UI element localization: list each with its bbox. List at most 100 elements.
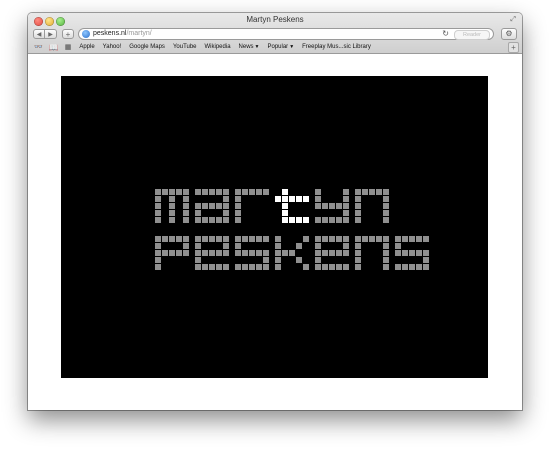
logo-pixel xyxy=(275,196,281,202)
logo-pixel xyxy=(303,264,309,270)
bookmark-item[interactable]: Yahoo! xyxy=(103,44,122,50)
logo-pixel xyxy=(223,236,229,242)
logo-pixel xyxy=(275,236,281,242)
logo-pixel xyxy=(183,189,189,195)
globe-icon xyxy=(82,30,90,38)
logo-pixel xyxy=(216,250,222,256)
bookmark-item[interactable]: Freeplay Mus...sic Library xyxy=(302,44,371,50)
logo-pixel xyxy=(223,189,229,195)
logo-pixel xyxy=(355,250,361,256)
logo-pixel xyxy=(195,203,201,209)
logo-pixel xyxy=(183,236,189,242)
logo-pixel xyxy=(235,264,241,270)
logo-pixel xyxy=(416,250,422,256)
logo-pixel xyxy=(376,236,382,242)
logo-letter xyxy=(355,236,389,270)
logo-pixel xyxy=(169,189,175,195)
logo-pixel xyxy=(195,257,201,263)
logo-pixel xyxy=(249,189,255,195)
logo-pixel xyxy=(282,217,288,223)
logo-pixel xyxy=(209,217,215,223)
logo-pixel xyxy=(315,217,321,223)
logo-pixel xyxy=(235,217,241,223)
logo-pixel xyxy=(355,264,361,270)
logo-pixel xyxy=(235,210,241,216)
bookmarks-book-icon[interactable]: 📖 xyxy=(49,43,59,52)
logo-pixel xyxy=(343,264,349,270)
logo-pixel xyxy=(355,189,361,195)
logo-pixel xyxy=(183,196,189,202)
logo-pixel xyxy=(383,236,389,242)
back-button[interactable]: ◀ xyxy=(33,29,45,39)
forward-button[interactable]: ▶ xyxy=(45,29,57,39)
url-text: peskens.nl/martyn/ xyxy=(93,29,152,39)
logo-pixel xyxy=(155,189,161,195)
bookmark-item[interactable]: Apple xyxy=(79,44,94,50)
logo-pixel xyxy=(249,250,255,256)
logo-pixel xyxy=(303,217,309,223)
logo-pixel xyxy=(355,243,361,249)
logo-pixel xyxy=(376,189,382,195)
add-bookmark-button[interactable]: + xyxy=(62,29,74,39)
logo-pixel xyxy=(409,236,415,242)
bookmark-item[interactable]: YouTube xyxy=(173,44,197,50)
logo-pixel xyxy=(409,250,415,256)
logo-pixel xyxy=(315,257,321,263)
bookmark-item[interactable]: Popular▼ xyxy=(268,44,295,50)
fullscreen-icon[interactable]: ⤢ xyxy=(510,16,516,24)
logo-pixel xyxy=(336,203,342,209)
reload-icon[interactable]: ↻ xyxy=(442,29,449,39)
site-logo[interactable] xyxy=(155,189,435,271)
logo-pixel xyxy=(169,203,175,209)
logo-pixel xyxy=(383,217,389,223)
logo-pixel xyxy=(289,196,295,202)
reader-button[interactable]: Reader xyxy=(454,30,490,40)
logo-pixel xyxy=(329,236,335,242)
logo-pixel xyxy=(176,189,182,195)
logo-pixel xyxy=(303,196,309,202)
logo-pixel xyxy=(169,217,175,223)
logo-pixel xyxy=(263,257,269,263)
logo-pixel xyxy=(235,203,241,209)
bookmark-item[interactable]: Wikipedia xyxy=(205,44,231,50)
bookmark-label: Popular xyxy=(267,44,289,50)
logo-pixel xyxy=(282,210,288,216)
logo-pixel xyxy=(162,236,168,242)
bookmark-item[interactable]: News▼ xyxy=(239,44,260,50)
logo-pixel xyxy=(296,196,302,202)
logo-pixel xyxy=(216,217,222,223)
logo-pixel xyxy=(383,250,389,256)
logo-pixel xyxy=(202,217,208,223)
logo-letter xyxy=(315,236,349,270)
logo-pixel xyxy=(155,250,161,256)
logo-pixel xyxy=(155,243,161,249)
logo-pixel xyxy=(209,250,215,256)
logo-pixel xyxy=(329,203,335,209)
caret-down-icon: ▼ xyxy=(254,44,260,50)
bookmark-label: Freeplay Mus...sic Library xyxy=(302,44,371,50)
logo-pixel xyxy=(256,236,262,242)
settings-gear-icon[interactable]: ⚙ xyxy=(501,28,517,40)
logo-pixel xyxy=(416,264,422,270)
address-bar[interactable]: peskens.nl/martyn/ ↻ Reader xyxy=(78,28,494,40)
logo-pixel xyxy=(216,236,222,242)
bookmark-item[interactable]: Google Maps xyxy=(129,44,165,50)
logo-pixel xyxy=(282,189,288,195)
logo-pixel xyxy=(183,243,189,249)
logo-letter xyxy=(195,236,229,270)
logo-pixel xyxy=(336,250,342,256)
logo-pixel xyxy=(223,250,229,256)
logo-pixel xyxy=(155,210,161,216)
logo-pixel xyxy=(256,189,262,195)
logo-pixel xyxy=(315,264,321,270)
bookmark-label: Apple xyxy=(79,44,95,50)
logo-pixel xyxy=(355,217,361,223)
logo-pixel xyxy=(195,243,201,249)
reading-list-icon[interactable]: 👓 xyxy=(34,43,43,51)
top-sites-grid-icon[interactable]: ▦ xyxy=(65,43,72,51)
logo-pixel xyxy=(235,236,241,242)
new-tab-icon[interactable]: + xyxy=(508,42,519,53)
logo-pixel xyxy=(195,264,201,270)
logo-pixel xyxy=(315,250,321,256)
logo-pixel xyxy=(336,217,342,223)
